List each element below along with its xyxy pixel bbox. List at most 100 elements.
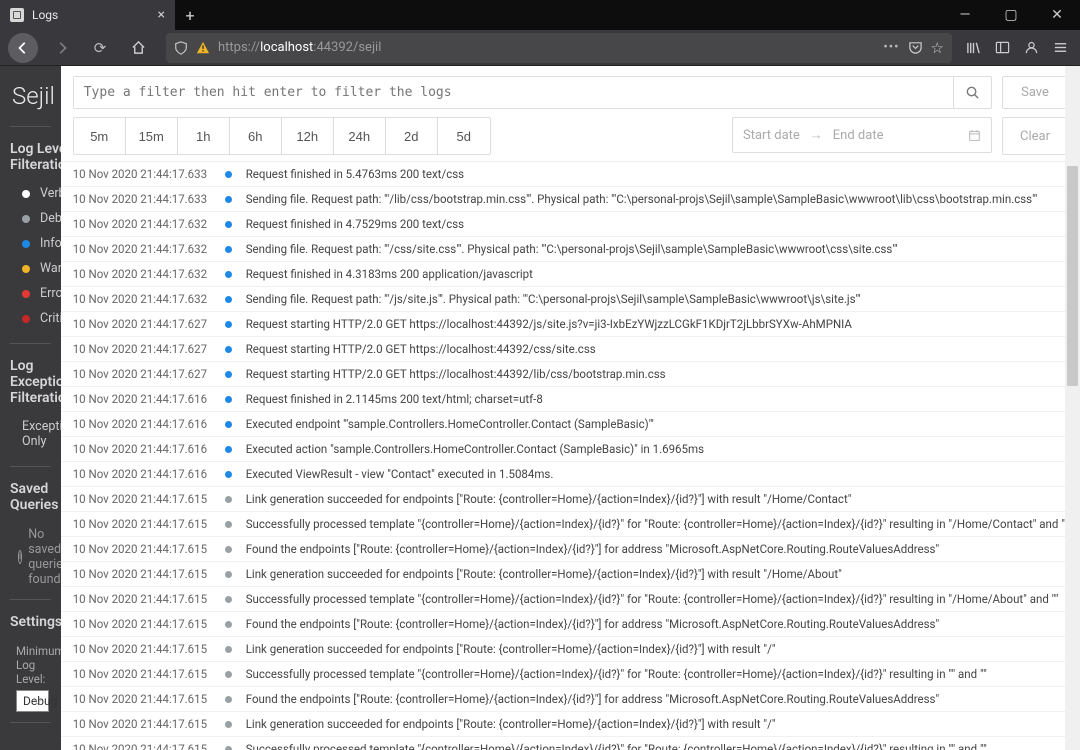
content-area: Save 5m15m1h6h12h24h2d5d Start date → En… <box>61 66 1080 750</box>
log-message: Successfully processed template "{contro… <box>246 592 1068 606</box>
sidebar-toggle-icon[interactable] <box>995 40 1010 55</box>
log-row[interactable]: 10 Nov 2020 21:44:17.615Link generation … <box>61 562 1080 587</box>
range-button-5d[interactable]: 5d <box>438 118 490 154</box>
log-level-section-header: Log Level Filteration ◂ <box>0 133 61 181</box>
log-row[interactable]: 10 Nov 2020 21:44:17.633Request finished… <box>61 162 1080 187</box>
close-tab-icon[interactable]: × <box>158 7 165 23</box>
log-timestamp: 10 Nov 2020 21:44:17.616 <box>73 392 211 406</box>
range-button-15m[interactable]: 15m <box>126 118 178 154</box>
url-more-icon[interactable]: ••• <box>883 40 899 55</box>
log-row[interactable]: 10 Nov 2020 21:44:17.632Sending file. Re… <box>61 237 1080 262</box>
arrow-right-icon: → <box>810 127 823 143</box>
level-item-information[interactable]: Information <box>0 231 61 256</box>
url-bar[interactable]: https://localhost:44392/sejil ••• ☆ <box>166 33 952 63</box>
log-row[interactable]: 10 Nov 2020 21:44:17.616Request finished… <box>61 387 1080 412</box>
log-row[interactable]: 10 Nov 2020 21:44:17.615Successfully pro… <box>61 662 1080 687</box>
filter-input[interactable] <box>74 77 953 108</box>
log-timestamp: 10 Nov 2020 21:44:17.633 <box>73 192 211 206</box>
url-text: https://localhost:44392/sejil <box>218 40 875 55</box>
range-button-6h[interactable]: 6h <box>230 118 282 154</box>
log-list[interactable]: 10 Nov 2020 21:44:17.633 Request finished… <box>61 161 1080 750</box>
exceptions-only-item[interactable]: Exceptions Only <box>0 414 61 454</box>
log-message: Executed action "sample.Controllers.Home… <box>246 442 1068 456</box>
app-brand: Sejil <box>0 76 61 120</box>
log-timestamp: 10 Nov 2020 21:44:17.632 <box>73 242 211 256</box>
scrollbar-thumb[interactable] <box>1067 166 1078 386</box>
bookmark-star-icon[interactable]: ☆ <box>931 39 944 57</box>
log-message: Link generation succeeded for endpoints … <box>246 567 1068 581</box>
log-timestamp: 10 Nov 2020 21:44:17.615 <box>73 667 211 681</box>
log-row[interactable]: 10 Nov 2020 21:44:17.627Request starting… <box>61 337 1080 362</box>
level-dot-icon <box>22 290 30 298</box>
log-row[interactable]: 10 Nov 2020 21:44:17.615Found the endpoi… <box>61 687 1080 712</box>
range-button-1h[interactable]: 1h <box>178 118 230 154</box>
log-message: Sending file. Request path: '"/lib/css/b… <box>246 192 1068 206</box>
level-item-debug[interactable]: Debug <box>0 206 61 231</box>
log-row[interactable]: 10 Nov 2020 21:44:17.616Executed endpoin… <box>61 412 1080 437</box>
log-message: Executed endpoint '"sample.Controllers.H… <box>246 417 1068 431</box>
log-timestamp: 10 Nov 2020 21:44:17.615 <box>73 717 211 731</box>
log-message: Request starting HTTP/2.0 GET https://lo… <box>246 317 1068 331</box>
nav-forward-button[interactable] <box>48 34 76 62</box>
log-level-dot-icon <box>225 221 232 228</box>
log-level-dot-icon <box>225 271 232 278</box>
nav-home-button[interactable] <box>124 34 152 62</box>
log-timestamp: 10 Nov 2020 21:44:17.615 <box>73 617 211 631</box>
level-item-warning[interactable]: Warning <box>0 256 61 281</box>
log-message: Successfully processed template "{contro… <box>246 742 1068 750</box>
log-row[interactable]: 10 Nov 2020 21:44:17.615Successfully pro… <box>61 587 1080 612</box>
log-row[interactable]: 10 Nov 2020 21:44:17.615Link generation … <box>61 712 1080 737</box>
log-row[interactable]: 10 Nov 2020 21:44:17.615Link generation … <box>61 637 1080 662</box>
account-icon[interactable] <box>1024 40 1039 55</box>
log-row[interactable]: 10 Nov 2020 21:44:17.615Link generation … <box>61 487 1080 512</box>
tracking-protection-icon[interactable] <box>174 41 188 55</box>
log-level-dot-icon <box>225 371 232 378</box>
range-button-2d[interactable]: 2d <box>386 118 438 154</box>
log-level-dot-icon <box>225 171 232 178</box>
log-message: Link generation succeeded for endpoints … <box>246 642 1068 656</box>
search-button[interactable] <box>953 77 991 108</box>
log-level-dot-icon <box>225 396 232 403</box>
range-button-12h[interactable]: 12h <box>282 118 334 154</box>
menu-icon[interactable] <box>1053 40 1068 55</box>
nav-back-button[interactable] <box>8 33 38 63</box>
log-row[interactable]: 10 Nov 2020 21:44:17.632Request finished… <box>61 212 1080 237</box>
level-item-verbose[interactable]: Verbose <box>0 181 61 206</box>
log-row[interactable]: 10 Nov 2020 21:44:17.616Executed ViewRes… <box>61 462 1080 487</box>
scrollbar[interactable] <box>1065 66 1080 750</box>
log-level-dot-icon <box>225 421 232 428</box>
log-row[interactable]: 10 Nov 2020 21:44:17.632Request finished… <box>61 262 1080 287</box>
clear-button[interactable]: Clear <box>1002 117 1068 155</box>
log-row[interactable]: 10 Nov 2020 21:44:17.616Executed action … <box>61 437 1080 462</box>
window-close-button[interactable]: ✕ <box>1034 0 1080 30</box>
log-level-dot-icon <box>225 646 232 653</box>
log-row[interactable]: 10 Nov 2020 21:44:17.632Sending file. Re… <box>61 287 1080 312</box>
log-level-dot-icon <box>225 546 232 553</box>
min-level-select[interactable]: Debug <box>16 690 49 712</box>
level-label: Information <box>40 236 61 251</box>
saved-queries-header: Saved Queries <box>0 473 61 521</box>
log-message: Request finished in 4.3183ms 200 applica… <box>246 267 1068 281</box>
range-button-24h[interactable]: 24h <box>334 118 386 154</box>
save-button[interactable]: Save <box>1002 76 1068 109</box>
log-row[interactable]: 10 Nov 2020 21:44:17.615Found the endpoi… <box>61 537 1080 562</box>
library-icon[interactable] <box>966 40 981 55</box>
range-button-5m[interactable]: 5m <box>74 118 126 154</box>
window-maximize-button[interactable]: ▢ <box>988 0 1034 30</box>
window-minimize-button[interactable]: — <box>942 0 988 30</box>
log-row[interactable]: 10 Nov 2020 21:44:17.627Request starting… <box>61 312 1080 337</box>
nav-reload-button[interactable]: ⟳ <box>86 34 114 62</box>
level-item-critical[interactable]: Critical <box>0 306 61 331</box>
log-row[interactable]: 10 Nov 2020 21:44:17.615Successfully pro… <box>61 737 1080 750</box>
date-range-picker[interactable]: Start date → End date <box>732 117 992 153</box>
log-row[interactable]: 10 Nov 2020 21:44:17.627Request starting… <box>61 362 1080 387</box>
level-item-error[interactable]: Error <box>0 281 61 306</box>
browser-tab[interactable]: Logs × <box>0 0 175 30</box>
lock-warning-icon[interactable] <box>196 41 210 55</box>
log-row[interactable]: 10 Nov 2020 21:44:17.615Found the endpoi… <box>61 612 1080 637</box>
log-row[interactable]: 10 Nov 2020 21:44:17.633 Sending file. Re… <box>61 187 1080 212</box>
divider <box>10 599 51 600</box>
pocket-icon[interactable] <box>908 40 923 55</box>
log-row[interactable]: 10 Nov 2020 21:44:17.615Successfully pro… <box>61 512 1080 537</box>
new-tab-button[interactable]: + <box>175 0 205 30</box>
